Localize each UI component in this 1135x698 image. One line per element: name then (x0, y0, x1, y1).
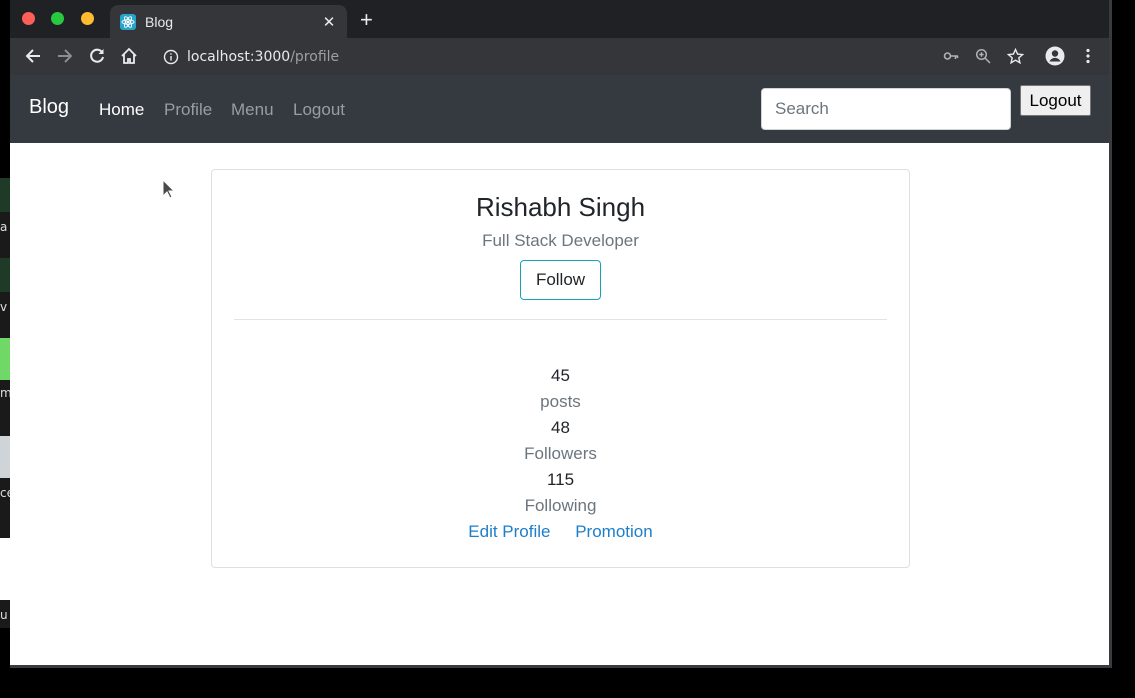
forward-arrow-icon[interactable] (53, 44, 77, 68)
posts-count: 45 (551, 366, 570, 385)
background-block (0, 338, 10, 380)
posts-label: posts (540, 392, 581, 411)
profile-title: Full Stack Developer (482, 231, 639, 250)
browser-tab[interactable]: Blog ✕ (110, 5, 347, 38)
nav-profile[interactable]: Profile (164, 100, 212, 120)
followers-count: 48 (551, 418, 570, 437)
close-tab-icon[interactable]: ✕ (321, 13, 337, 31)
profile-card: Rishabh Singh Full Stack Developer Follo… (211, 169, 910, 568)
background-text: m (0, 386, 10, 400)
background-block (0, 436, 10, 478)
nav-home[interactable]: Home (99, 100, 144, 120)
background-text: ce (0, 486, 10, 500)
background-block (0, 538, 10, 600)
background-block (0, 178, 10, 212)
more-menu-icon[interactable] (1078, 46, 1098, 66)
follow-button[interactable]: Follow (520, 260, 601, 300)
background-text: a (0, 220, 8, 234)
divider (234, 319, 887, 320)
reload-icon[interactable] (85, 44, 109, 68)
address-bar[interactable]: localhost:3000/profile (153, 42, 933, 71)
mouse-cursor-icon (162, 179, 176, 199)
bookmark-star-icon[interactable] (1005, 46, 1025, 66)
browser-window: Blog ✕ + localhost:3000/profile Blog Hom… (10, 0, 1112, 668)
url-host: localhost:3000 (187, 48, 291, 65)
background-text: u (0, 608, 8, 622)
account-icon[interactable] (1045, 46, 1065, 66)
title-bar: Blog ✕ + (10, 0, 1109, 38)
tab-title: Blog (145, 13, 174, 30)
background-block (0, 258, 10, 292)
key-icon[interactable] (941, 46, 961, 66)
close-window-button[interactable] (22, 12, 35, 25)
profile-name: Rishabh Singh (475, 192, 646, 222)
brand-logo[interactable]: Blog (29, 96, 69, 119)
search-input[interactable] (761, 88, 1011, 130)
nav-menu[interactable]: Menu (231, 100, 274, 120)
site-navbar: Blog Home Profile Menu Logout Logout (10, 75, 1109, 143)
maximize-window-button[interactable] (51, 12, 64, 25)
promotion-link[interactable]: Promotion (575, 522, 652, 541)
following-label: Following (524, 496, 597, 515)
minimize-window-button[interactable] (81, 12, 94, 25)
profile-links: Edit Profile Promotion (212, 522, 909, 542)
page-viewport: Blog Home Profile Menu Logout Logout Ris… (10, 75, 1109, 665)
react-icon (120, 13, 136, 30)
followers-label: Followers (524, 444, 597, 463)
url-text: localhost:3000/profile (187, 49, 339, 65)
new-tab-icon[interactable]: + (360, 8, 373, 32)
logout-button[interactable]: Logout (1020, 85, 1091, 116)
nav-logout[interactable]: Logout (293, 100, 345, 120)
edit-profile-link[interactable]: Edit Profile (468, 522, 550, 541)
info-icon[interactable] (163, 49, 179, 65)
browser-toolbar: localhost:3000/profile (10, 38, 1109, 75)
url-path: /profile (290, 48, 340, 65)
back-arrow-icon[interactable] (21, 44, 45, 68)
home-icon[interactable] (117, 44, 141, 68)
background-window-strip: a v m ce u (0, 178, 10, 628)
zoom-icon[interactable] (973, 46, 993, 66)
following-count: 115 (546, 470, 575, 489)
background-text: v (0, 300, 8, 314)
